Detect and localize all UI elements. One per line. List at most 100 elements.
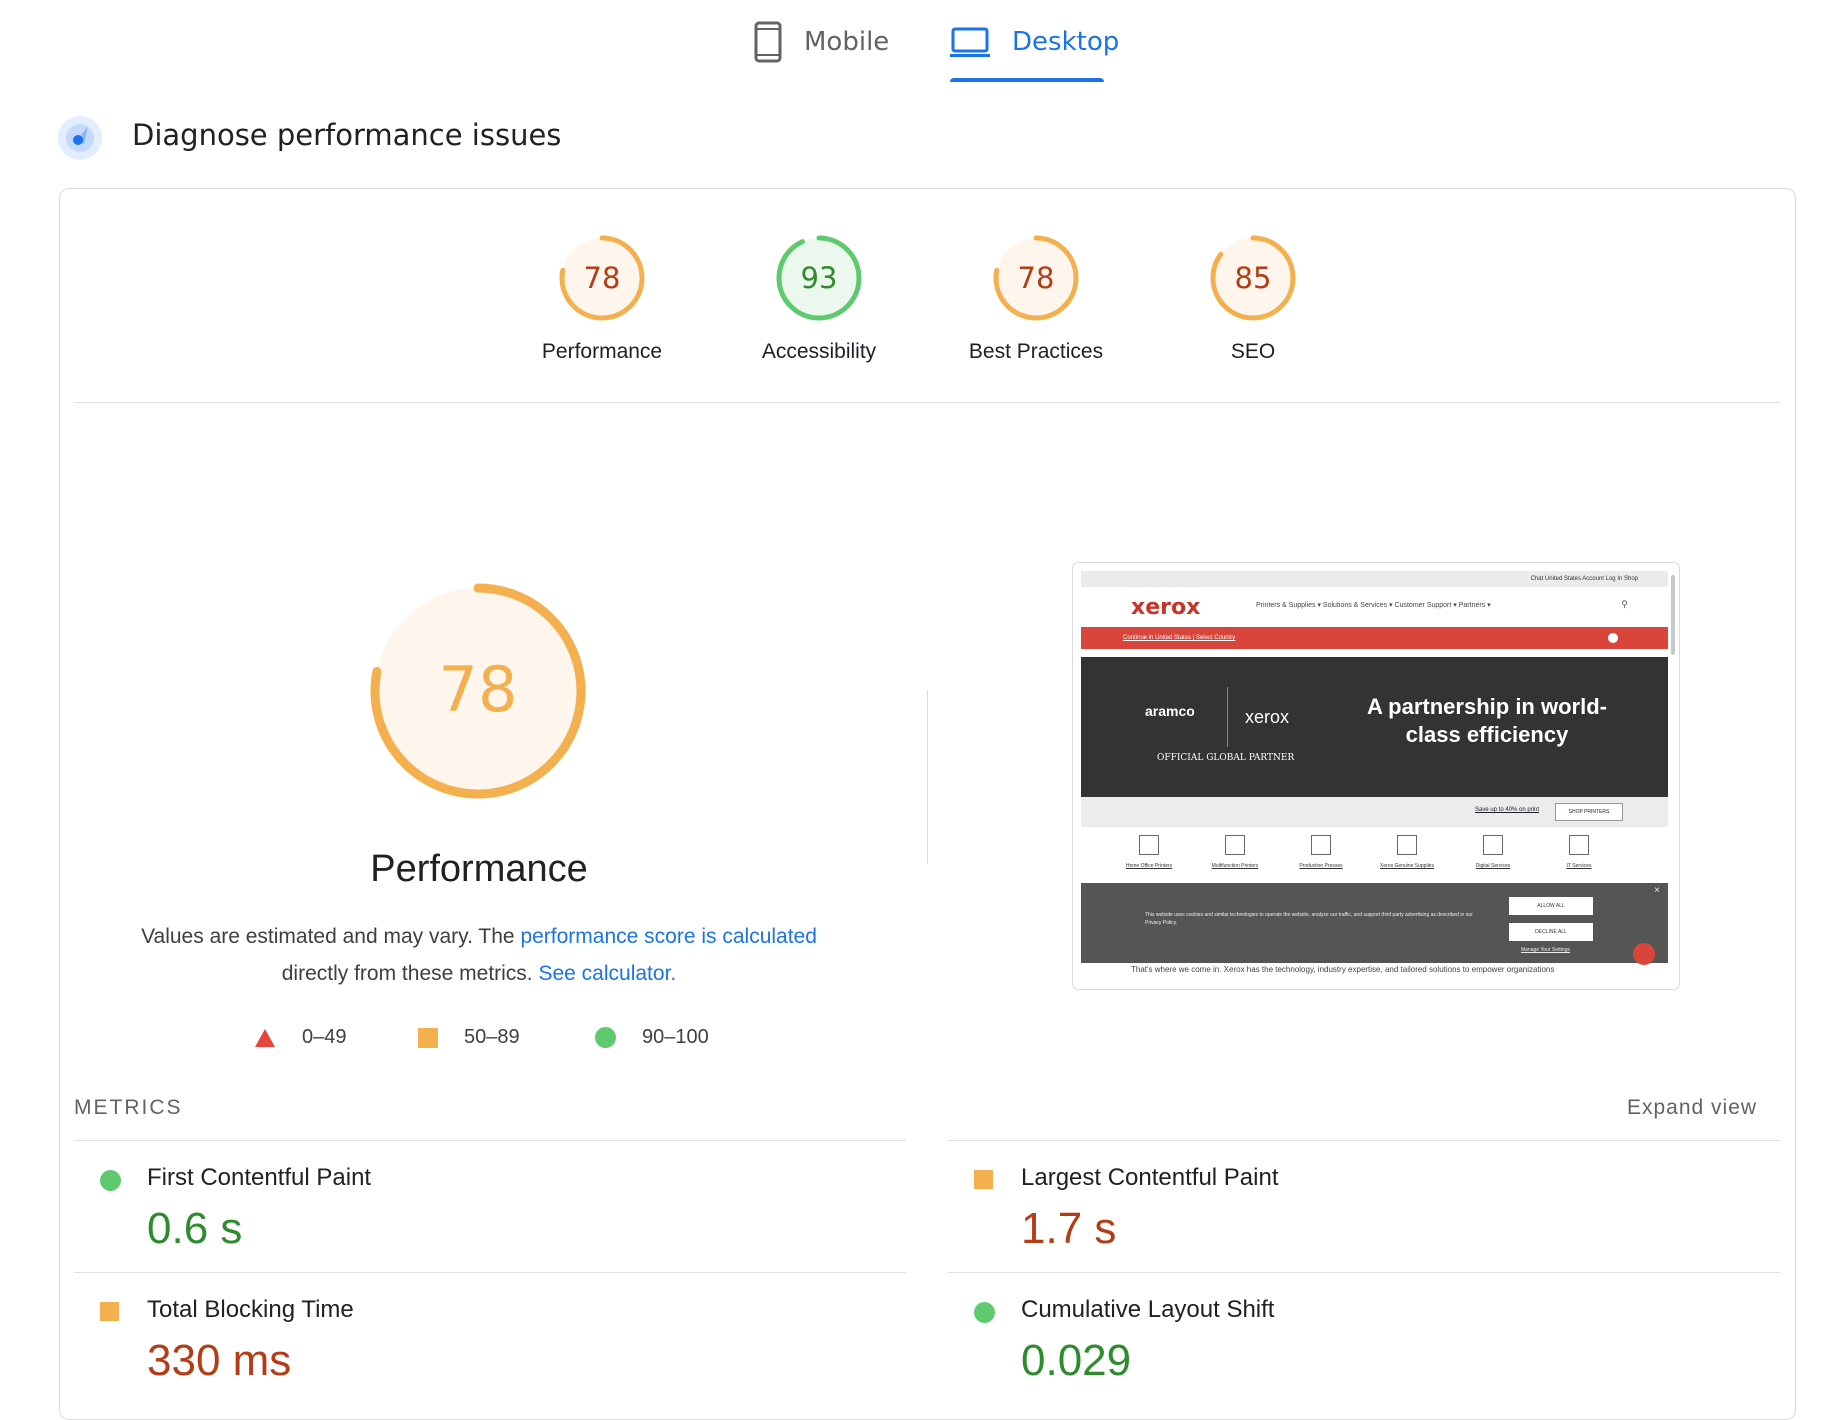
screenshot-manage-settings: Manage Your Settings	[1521, 947, 1570, 953]
legend-pass-label: 90–100	[642, 1026, 709, 1048]
metric-name: Largest Contentful Paint	[1021, 1164, 1279, 1191]
screenshot-banner-close-icon	[1608, 633, 1618, 643]
screenshot-promo-button: SHOP PRINTERS	[1555, 803, 1623, 821]
screenshot-category-icon	[1311, 835, 1331, 855]
performance-description: Values are estimated and may vary. The p…	[100, 918, 858, 992]
screenshot-category-label: Home Office Printers	[1125, 863, 1173, 869]
pass-circle-icon	[100, 1170, 121, 1191]
desc-text-2: directly from these metrics.	[281, 962, 539, 985]
metrics-divider-left-2	[74, 1272, 906, 1273]
screenshot-hero-brand2: xerox	[1245, 707, 1290, 727]
performance-title: Performance	[370, 848, 588, 890]
metrics-header: METRICS	[74, 1096, 183, 1119]
screenshot-category-label: Xerox Genuine Supplies	[1380, 863, 1434, 869]
screenshot-menu: Printers & Supplies ▾ Solutions & Servic…	[1256, 602, 1491, 609]
screenshot-promo-bar: Save up to 40% on print SHOP PRINTERS	[1081, 797, 1668, 827]
active-tab-indicator	[950, 78, 1104, 82]
metric-value: 0.029	[1021, 1336, 1132, 1385]
section-title: Diagnose performance issues	[132, 118, 562, 152]
screenshot-category-item: Xerox Genuine Supplies	[1367, 835, 1447, 869]
screenshot-chat-icon	[1633, 943, 1655, 965]
screenshot-decline-all: DECLINE ALL	[1509, 923, 1593, 941]
score-ring: 85	[1210, 235, 1296, 321]
tab-desktop-label: Desktop	[1012, 27, 1120, 57]
screenshot-banner-text: Continue in United States | Select Count…	[1123, 635, 1236, 641]
triangle-icon	[255, 1028, 275, 1047]
score-ring: 78	[993, 235, 1079, 321]
performance-score-value: 78	[439, 653, 518, 726]
category-label: Performance	[541, 340, 663, 363]
legend-fail: 0–49	[254, 1026, 347, 1049]
screenshot-search-icon: ⚲	[1621, 599, 1628, 609]
category-gauge-best-practices[interactable]: 78 Best Practices	[936, 232, 1136, 364]
screenshot-cookie-banner: This website uses cookies and similar te…	[1081, 883, 1668, 963]
score-calculated-link[interactable]: performance score is calculated	[520, 925, 816, 948]
screenshot-cookie-text: This website uses cookies and similar te…	[1145, 912, 1473, 926]
square-icon	[418, 1027, 438, 1048]
screenshot-hero-divider	[1227, 687, 1228, 747]
screenshot-logo: xerox	[1131, 595, 1201, 620]
screenshot-category-item: Digital Services	[1453, 835, 1533, 869]
score-value: 93	[801, 261, 838, 295]
metric-value: 0.6 s	[147, 1204, 243, 1253]
gauges-divider	[74, 402, 1780, 403]
category-label: SEO	[1230, 340, 1276, 363]
score-ring: 78	[559, 235, 645, 321]
screenshot-hero-headline: A partnership in world-class efficiency	[1367, 694, 1607, 747]
score-value: 78	[584, 261, 621, 295]
page-screenshot: Chat United States Account Log In Shop x…	[1072, 562, 1680, 990]
screenshot-category-label: Digital Services	[1475, 863, 1511, 869]
category-gauge-accessibility[interactable]: 93 Accessibility	[719, 232, 919, 364]
screenshot-category-item: Home Office Printers	[1109, 835, 1189, 869]
category-label: Accessibility	[761, 340, 877, 363]
legend-average-label: 50–89	[464, 1026, 520, 1048]
category-gauge-performance[interactable]: 78 Performance	[502, 232, 702, 364]
legend-average: 50–89	[418, 1026, 520, 1049]
legend-pass: 90–100	[595, 1026, 709, 1049]
screenshot-hero: aramco xerox OFFICIAL GLOBAL PARTNER A p…	[1081, 657, 1668, 797]
laptop-icon	[950, 27, 990, 57]
screenshot-category-icons: Home Office Printers Multifunction Printe…	[1081, 827, 1668, 887]
screenshot-category-icon	[1139, 835, 1159, 855]
screenshot-category-icon	[1569, 835, 1589, 855]
smartphone-icon	[754, 21, 782, 63]
tab-desktop[interactable]: Desktop	[950, 18, 1119, 66]
expand-view-button[interactable]: Expand view	[1627, 1096, 1757, 1120]
screenshot-category-label: IT Services	[1566, 863, 1592, 869]
gauge-icon	[58, 116, 102, 160]
pass-circle-icon	[974, 1302, 995, 1323]
screenshot-nav: xerox Printers & Supplies ▾ Solutions & …	[1081, 587, 1668, 627]
screenshot-category-label: Production Presses	[1299, 863, 1343, 869]
score-value: 85	[1235, 261, 1272, 295]
score-ring: 93	[776, 235, 862, 321]
screenshot-scrollbar	[1671, 575, 1675, 655]
tab-mobile-label: Mobile	[804, 27, 890, 57]
screenshot-category-item: Production Presses	[1281, 835, 1361, 869]
see-calculator-link[interactable]: See calculator.	[538, 962, 676, 985]
screenshot-allow-all: ALLOW ALL	[1509, 897, 1593, 915]
performance-score-gauge: 78	[370, 583, 586, 799]
desc-text-1: Values are estimated and may vary. The	[141, 925, 521, 948]
screenshot-body-text: That's where we come in. Xerox has the t…	[1081, 963, 1668, 989]
average-square-icon	[100, 1302, 119, 1321]
screenshot-category-item: Multifunction Printers	[1195, 835, 1275, 869]
metrics-divider-right-2	[948, 1272, 1780, 1273]
category-label: Best Practices	[968, 340, 1104, 363]
screenshot-hero-partner: OFFICIAL GLOBAL PARTNER	[1157, 753, 1295, 763]
screenshot-top-links: Chat United States Account Log In Shop	[1081, 571, 1668, 587]
screenshot-category-icon	[1483, 835, 1503, 855]
screenshot-category-icon	[1225, 835, 1245, 855]
screenshot-hero-brand: aramco	[1145, 703, 1195, 719]
metric-name: Cumulative Layout Shift	[1021, 1296, 1275, 1323]
metric-name: First Contentful Paint	[147, 1164, 372, 1191]
metric-name: Total Blocking Time	[147, 1296, 354, 1323]
vertical-divider	[927, 690, 928, 864]
metric-value: 1.7 s	[1021, 1204, 1117, 1253]
average-square-icon	[974, 1170, 993, 1189]
screenshot-category-label: Multifunction Printers	[1211, 863, 1259, 869]
category-gauge-seo[interactable]: 85 SEO	[1153, 232, 1353, 364]
tab-mobile[interactable]: Mobile	[754, 18, 889, 66]
score-value: 78	[1018, 261, 1055, 295]
legend-fail-label: 0–49	[302, 1026, 347, 1048]
screenshot-category-icon	[1397, 835, 1417, 855]
